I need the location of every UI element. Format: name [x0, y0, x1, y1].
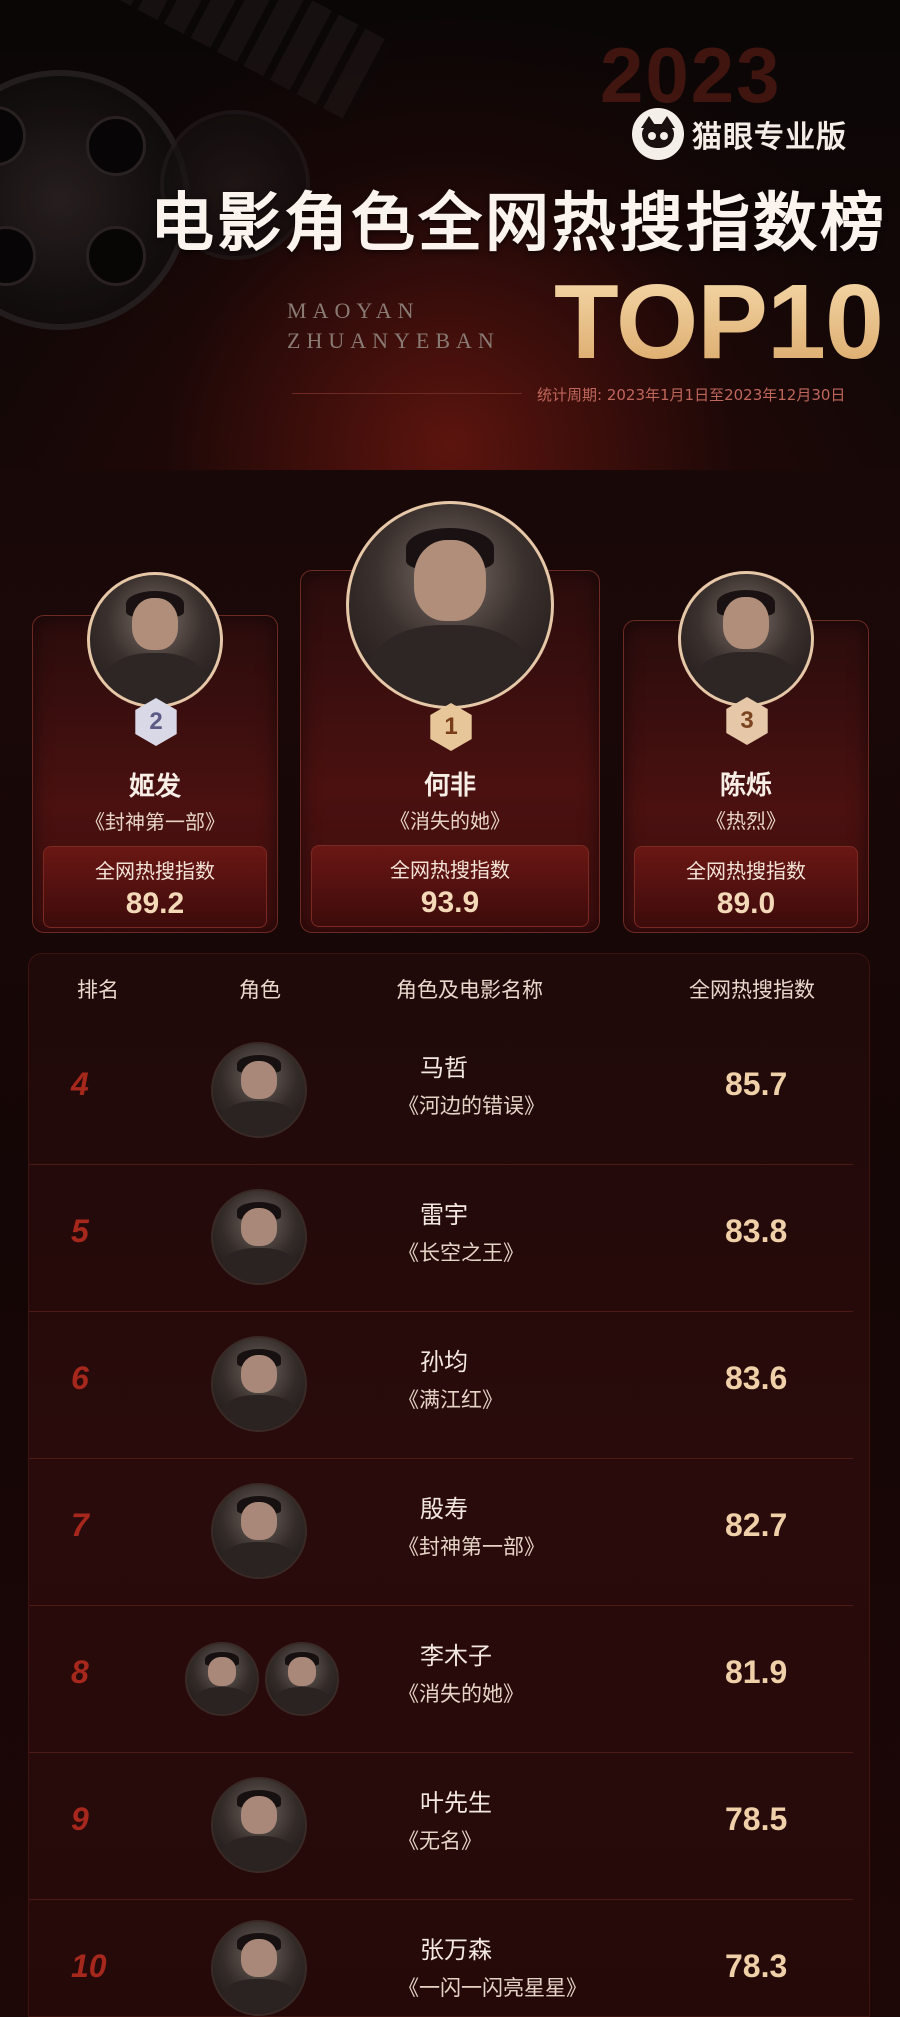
index-value: 82.7 [725, 1507, 788, 1543]
role-name: 李木子 [420, 1642, 492, 1670]
avatar [211, 1920, 307, 2016]
index-value: 89.0 [716, 887, 776, 920]
header-index: 全网热搜指数 [689, 978, 815, 1002]
ranking-table: 排名 角色 角色及电影名称 全网热搜指数 4 马哲 《河边的错误》 85.7 5… [28, 953, 870, 2017]
avatar [346, 501, 554, 709]
film-title: 《长空之王》 [398, 1241, 524, 1265]
role-name: 何非 [423, 771, 476, 801]
role-name: 张万森 [420, 1936, 492, 1964]
index-value: 83.6 [725, 1360, 788, 1396]
film-title: 《热烈》 [706, 809, 786, 833]
divider-line [292, 393, 522, 394]
role-name: 殷寿 [420, 1495, 468, 1523]
table-row: 8 李木子 《消失的她》 81.9 [29, 1606, 871, 1753]
role-name: 马哲 [420, 1054, 468, 1082]
rank-number: 5 [71, 1213, 89, 1249]
index-value: 78.3 [725, 1948, 788, 1984]
role-name: 陈烁 [719, 771, 772, 801]
index-value: 89.2 [125, 887, 185, 920]
rank-number: 6 [71, 1360, 89, 1396]
film-title: 《满江红》 [398, 1388, 503, 1412]
index-value: 83.8 [725, 1213, 788, 1249]
avatar [185, 1642, 259, 1716]
podium-card-rank-1: 1 何非 《消失的她》 全网热搜指数 93.9 [300, 501, 600, 933]
table-header: 排名 角色 角色及电影名称 全网热搜指数 [29, 954, 869, 1018]
avatar [211, 1042, 307, 1138]
rank-badge: 1 [430, 703, 472, 751]
index-box: 全网热搜指数 93.9 [311, 845, 589, 927]
avatar [87, 572, 223, 708]
table-row: 10 张万森 《一闪一闪亮星星》 78.3 [29, 1900, 871, 2017]
avatar [265, 1642, 339, 1716]
table-row: 6 孙均 《满江红》 83.6 [29, 1312, 871, 1459]
header-rank: 排名 [77, 978, 119, 1002]
page-title: 电影角色全网热搜指数榜 [150, 187, 887, 261]
header-name: 角色及电影名称 [396, 978, 543, 1002]
film-title: 《封神第一部》 [398, 1535, 545, 1559]
brand-logo: 猫眼专业版 [632, 108, 847, 160]
index-label: 全网热搜指数 [686, 859, 806, 883]
role-name: 雷宇 [420, 1201, 468, 1229]
film-title: 《一闪一闪亮星星》 [398, 1976, 587, 2000]
subtitle-english: MAOYAN ZHUANYEBAN [287, 296, 500, 356]
subtitle-line-2: ZHUANYEBAN [287, 328, 500, 353]
avatar [211, 1483, 307, 1579]
avatar [678, 571, 814, 707]
index-value: 93.9 [420, 886, 480, 919]
brand-name: 猫眼专业版 [692, 120, 847, 155]
avatar [211, 1336, 307, 1432]
index-value: 81.9 [725, 1654, 788, 1690]
index-box: 全网热搜指数 89.2 [43, 846, 267, 928]
film-title: 《无名》 [398, 1829, 482, 1853]
role-name: 孙均 [420, 1348, 468, 1376]
rank-number: 7 [71, 1507, 89, 1543]
rank-number: 8 [71, 1654, 89, 1690]
role-name: 姬发 [128, 772, 181, 802]
index-label: 全网热搜指数 [95, 859, 215, 883]
film-title: 《河边的错误》 [398, 1094, 545, 1118]
top10-label: TOP10 [554, 263, 884, 381]
podium-card-rank-2: 2 姬发 《封神第一部》 全网热搜指数 89.2 [32, 572, 278, 933]
table-row: 4 马哲 《河边的错误》 85.7 [29, 1018, 871, 1165]
film-title: 《消失的她》 [390, 809, 510, 833]
statistics-period: 统计周期: 2023年1月1日至2023年12月30日 [537, 386, 846, 404]
header-role: 角色 [239, 978, 281, 1002]
role-name: 叶先生 [420, 1789, 492, 1817]
index-value: 85.7 [725, 1066, 788, 1102]
podium-card-rank-3: 3 陈烁 《热烈》 全网热搜指数 89.0 [623, 571, 869, 933]
table-row: 5 雷宇 《长空之王》 83.8 [29, 1165, 871, 1312]
table-row: 9 叶先生 《无名》 78.5 [29, 1753, 871, 1900]
rank-number: 10 [71, 1948, 107, 1984]
index-box: 全网热搜指数 89.0 [634, 846, 858, 928]
header-banner: 2023 猫眼专业版 电影角色全网热搜指数榜 MAOYAN ZHUANYEBAN… [0, 0, 900, 470]
avatar [211, 1777, 307, 1873]
cat-logo-icon [632, 108, 684, 160]
film-title: 《封神第一部》 [85, 810, 225, 834]
rank-number: 4 [71, 1066, 89, 1102]
index-label: 全网热搜指数 [390, 858, 510, 882]
avatar [211, 1189, 307, 1285]
subtitle-line-1: MAOYAN [287, 298, 420, 323]
rank-number: 9 [71, 1801, 89, 1837]
film-title: 《消失的她》 [398, 1682, 524, 1706]
table-row: 7 殷寿 《封神第一部》 82.7 [29, 1459, 871, 1606]
index-value: 78.5 [725, 1801, 788, 1837]
